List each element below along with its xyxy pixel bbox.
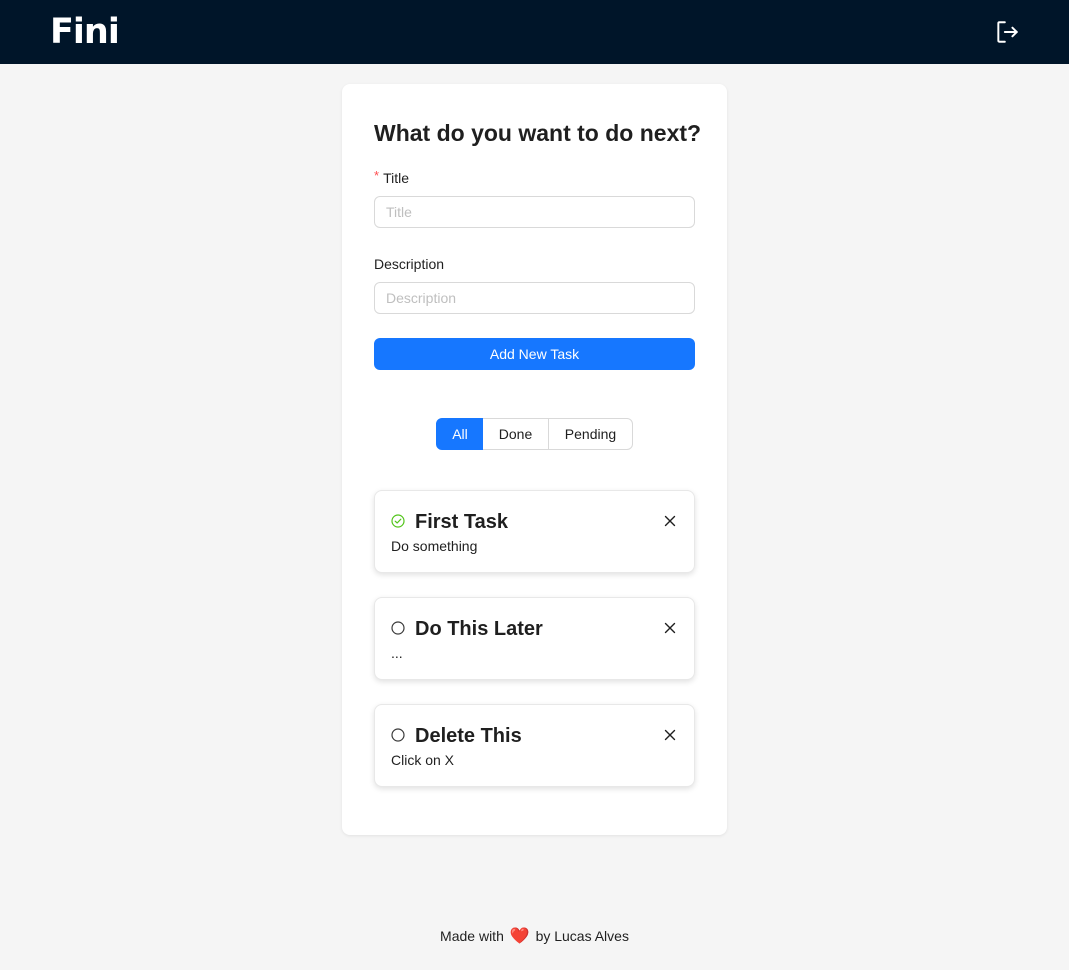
add-task-button[interactable]: Add New Task	[374, 338, 695, 370]
task-card: What do you want to do next? *Title Desc…	[342, 84, 727, 835]
footer-prefix: Made with	[440, 928, 504, 944]
title-input[interactable]	[374, 196, 695, 228]
description-input[interactable]	[374, 282, 695, 314]
required-mark: *	[374, 168, 380, 183]
task-description: Do something	[391, 538, 478, 554]
description-label: Description	[374, 256, 445, 272]
check-circle-icon[interactable]	[391, 514, 405, 528]
task-title: First Task	[415, 511, 508, 533]
circle-icon[interactable]	[391, 621, 405, 635]
close-icon[interactable]	[664, 621, 676, 634]
footer-suffix: by Lucas Alves	[535, 928, 629, 944]
task-title: Delete This	[415, 725, 522, 747]
task-title: Do This Later	[415, 618, 543, 640]
form-heading: What do you want to do next?	[374, 120, 702, 146]
close-icon[interactable]	[664, 728, 676, 741]
circle-icon[interactable]	[391, 728, 405, 742]
footer: Made with ❤️ by Lucas Alves	[0, 925, 1069, 948]
filter-done[interactable]: Done	[483, 418, 549, 450]
title-label-text: Title	[383, 170, 409, 186]
title-label: * Title	[374, 168, 409, 189]
task-item: Do This Later ...	[374, 597, 695, 680]
task-description: ...	[391, 645, 403, 661]
close-icon[interactable]	[664, 514, 676, 527]
top-bar: Fini	[0, 0, 1069, 64]
heart-icon: ❤️	[509, 928, 530, 945]
task-description: Click on X	[391, 752, 455, 768]
filter-all[interactable]: All	[436, 418, 484, 450]
app-logo: Fini	[50, 12, 120, 52]
task-item: First Task Do something	[374, 490, 695, 573]
logout-icon[interactable]	[994, 19, 1020, 45]
task-item: Delete This Click on X	[374, 704, 695, 787]
filter-pending[interactable]: Pending	[548, 418, 633, 450]
